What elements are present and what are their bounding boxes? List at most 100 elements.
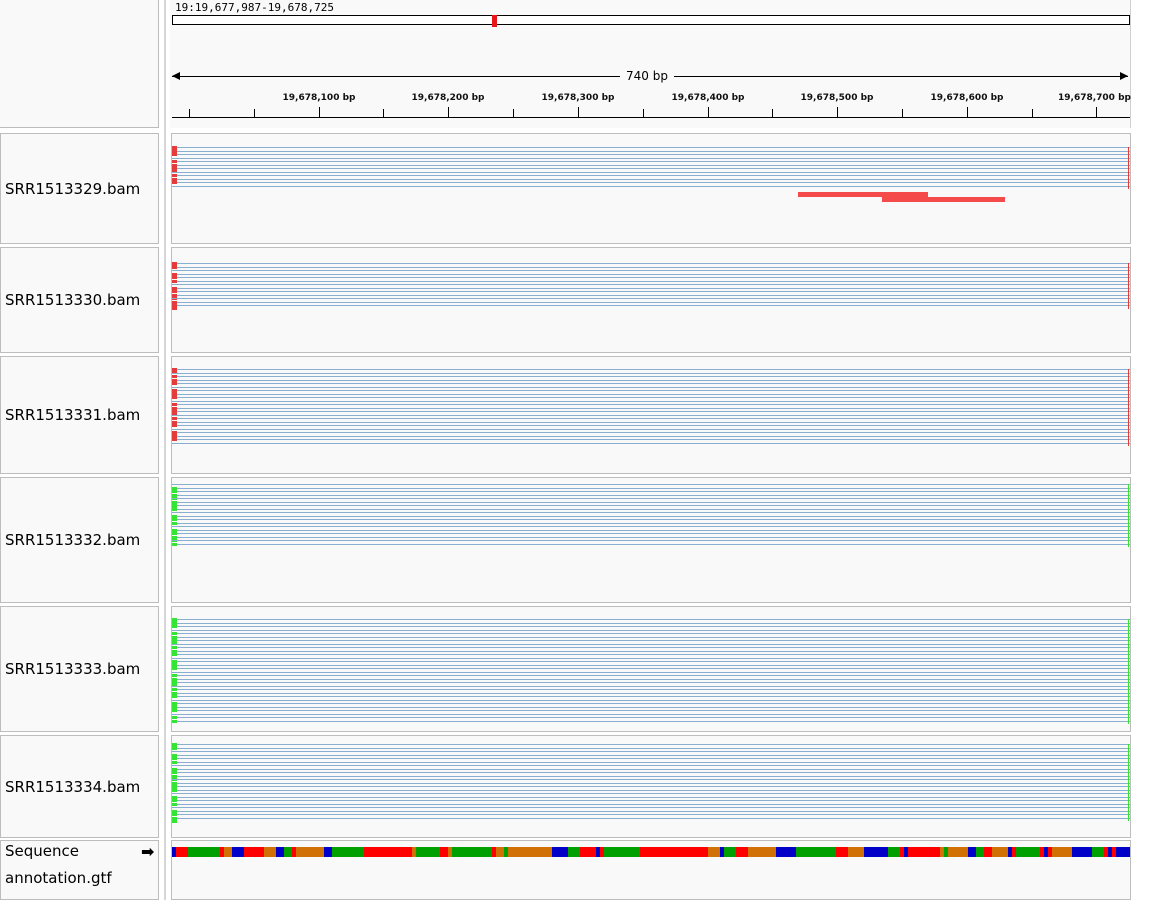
alignment-track-3[interactable] [171, 477, 1131, 603]
track-name-3[interactable]: SRR1513332.bam [0, 477, 159, 603]
soft-clip-mark [172, 816, 177, 823]
track-name-1[interactable]: SRR1513330.bam [0, 247, 159, 353]
aligned-read [172, 533, 1130, 534]
aligned-read [172, 439, 1130, 440]
aligned-read [172, 508, 1130, 510]
aligned-read [172, 154, 1130, 155]
ideogram-current-region [492, 15, 497, 27]
aligned-read [172, 487, 1130, 489]
alignment-track-1[interactable] [171, 247, 1131, 353]
aligned-read [172, 713, 1130, 715]
alignment-track-0[interactable] [171, 133, 1131, 244]
track-name-4[interactable]: SRR1513333.bam [0, 606, 159, 732]
aligned-read [172, 803, 1130, 805]
alignment-track-4[interactable] [171, 606, 1131, 732]
aligned-read [172, 512, 1130, 513]
header-spacer [0, 0, 159, 128]
track-name-5[interactable]: SRR1513334.bam [0, 735, 159, 838]
aligned-read [172, 636, 1130, 638]
soft-clip-mark [172, 438, 177, 441]
soft-clip-mark [172, 542, 177, 546]
aligned-read [172, 178, 1130, 180]
span-right-arrow-icon [1120, 72, 1128, 80]
aligned-read [172, 379, 1130, 381]
aligned-read [172, 619, 1130, 620]
aligned-read [172, 675, 1130, 676]
aligned-read [172, 421, 1130, 423]
aligned-read [172, 185, 1130, 187]
aligned-read [172, 678, 1130, 680]
ruler-minor-tick [513, 109, 514, 117]
aligned-read [172, 796, 1130, 798]
aligned-read [172, 266, 1130, 268]
aligned-read [172, 747, 1130, 749]
aligned-read [172, 768, 1130, 770]
sequence-track[interactable] [171, 840, 1131, 900]
ruler-minor-tick [254, 109, 255, 117]
aligned-read [172, 775, 1130, 777]
aligned-read [172, 393, 1130, 395]
soft-clip-mark [1128, 147, 1129, 189]
ruler-panel[interactable]: 19:19,677,987-19,678,725 740 bp 19,678,1… [170, 0, 1131, 128]
ruler-major-tick [837, 107, 838, 117]
soft-clip-mark [172, 788, 177, 792]
aligned-read [172, 418, 1130, 419]
locus-text: 19:19,677,987-19,678,725 [175, 1, 334, 14]
aligned-read [172, 706, 1130, 708]
aligned-read [172, 810, 1130, 812]
aligned-read [172, 779, 1130, 780]
aligned-read [172, 772, 1130, 773]
aligned-read [172, 654, 1130, 655]
soft-clip-mark [172, 746, 177, 750]
aligned-read [172, 171, 1130, 173]
track-name-0[interactable]: SRR1513329.bam [0, 133, 159, 244]
soft-clip-mark [172, 760, 177, 764]
span-left-arrow-icon [172, 72, 180, 80]
aligned-read [172, 414, 1130, 416]
annotation-track-name[interactable]: annotation.gtf [5, 869, 112, 887]
aligned-read [172, 168, 1130, 169]
soft-clip-mark [1128, 369, 1129, 446]
aligned-read [172, 157, 1130, 159]
track-name-2[interactable]: SRR1513331.bam [0, 356, 159, 474]
aligned-read [172, 682, 1130, 683]
aligned-read [172, 647, 1130, 648]
panel-divider[interactable] [164, 0, 166, 900]
soft-clip-mark [172, 802, 177, 806]
aligned-read [172, 147, 1130, 148]
aligned-read [172, 372, 1130, 374]
aligned-read [172, 435, 1130, 437]
soft-clip-mark [172, 719, 177, 723]
soft-clip-mark [172, 625, 177, 628]
alignment-track-2[interactable] [171, 356, 1131, 474]
ruler-tick-label: 19,678,500 bp [800, 93, 874, 103]
soft-clip-mark [1128, 619, 1129, 724]
ruler-minor-tick [189, 109, 190, 117]
sequence-track-name[interactable]: Sequence [5, 842, 79, 860]
ruler-tick-label: 19,678,100 bp [282, 93, 356, 103]
ruler-minor-tick [772, 109, 773, 117]
strand-arrow-icon[interactable]: ➡ [141, 842, 154, 861]
aligned-read [172, 685, 1130, 687]
aligned-read [172, 626, 1130, 627]
aligned-read [172, 761, 1130, 763]
chromosome-ideogram[interactable] [172, 15, 1130, 27]
soft-clip-mark [172, 265, 177, 269]
ruler-tick-label: 19,678,400 bp [671, 93, 745, 103]
aligned-read [172, 671, 1130, 673]
aligned-read [172, 786, 1130, 787]
aligned-read [172, 800, 1130, 801]
aligned-read [172, 710, 1130, 711]
ruler-major-tick [1096, 107, 1097, 117]
mismatch-read [882, 197, 1005, 202]
ruler-major-tick [708, 107, 709, 117]
alignment-track-5[interactable] [171, 735, 1131, 838]
ruler-tick-label: 19,678,600 bp [930, 93, 1004, 103]
aligned-read [172, 390, 1130, 391]
aligned-read [172, 498, 1130, 499]
sequence-base [1128, 847, 1130, 857]
aligned-read [172, 305, 1130, 306]
aligned-read [172, 807, 1130, 808]
sequence-annotation-label[interactable]: Sequence ➡ annotation.gtf [0, 840, 159, 900]
aligned-read [172, 751, 1130, 752]
